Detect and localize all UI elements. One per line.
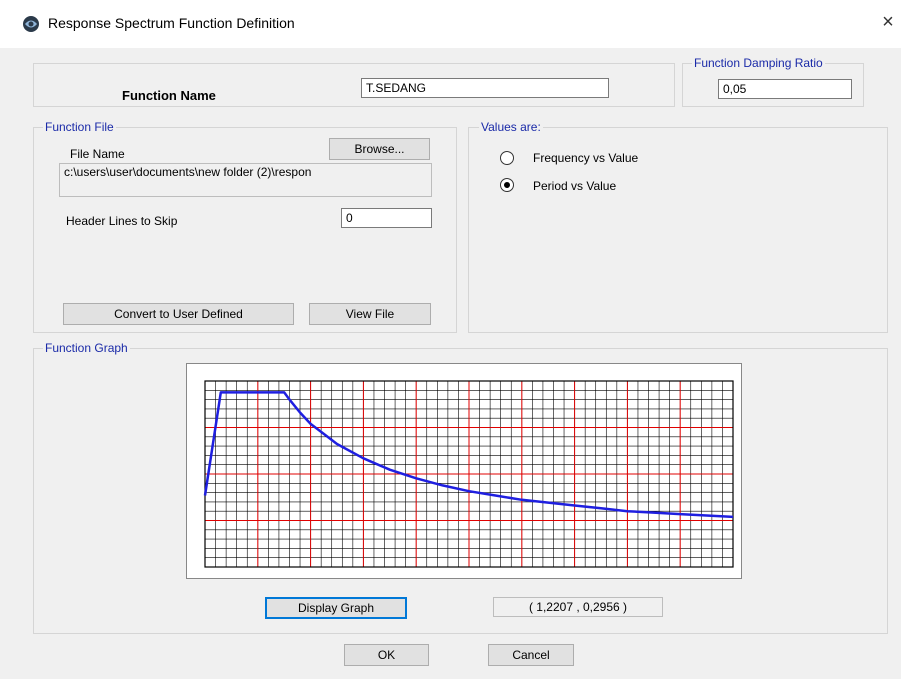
view-file-button[interactable]: View File	[309, 303, 431, 325]
display-graph-button[interactable]: Display Graph	[265, 597, 407, 619]
frequency-vs-value-radio[interactable]	[500, 151, 514, 165]
values-are-group	[468, 127, 888, 333]
period-vs-value-radio[interactable]	[500, 178, 514, 192]
header-lines-input[interactable]: 0	[341, 208, 432, 228]
close-button[interactable]: ×	[876, 10, 900, 34]
values-are-legend: Values are:	[479, 120, 543, 134]
function-graph-legend: Function Graph	[43, 341, 130, 355]
function-name-label: Function Name	[122, 88, 216, 103]
damping-input[interactable]: 0,05	[718, 79, 852, 99]
function-name-input[interactable]: T.SEDANG	[361, 78, 609, 98]
function-graph-frame	[186, 363, 742, 579]
window-title: Response Spectrum Function Definition	[48, 15, 295, 31]
cursor-readout: ( 1,2207 , 0,2956 )	[493, 597, 663, 617]
file-name-label: File Name	[70, 147, 125, 161]
title-bar: Response Spectrum Function Definition ×	[0, 0, 901, 48]
function-file-legend: Function File	[43, 120, 116, 134]
convert-to-user-defined-button[interactable]: Convert to User Defined	[63, 303, 294, 325]
close-icon: ×	[882, 11, 894, 33]
header-lines-label: Header Lines to Skip	[66, 214, 178, 228]
damping-legend: Function Damping Ratio	[692, 56, 825, 70]
frequency-vs-value-label[interactable]: Frequency vs Value	[533, 151, 638, 165]
browse-button[interactable]: Browse...	[329, 138, 430, 160]
period-vs-value-label[interactable]: Period vs Value	[533, 179, 616, 193]
app-icon	[23, 16, 39, 32]
file-path-field: c:\users\user\documents\new folder (2)\r…	[59, 163, 432, 197]
function-graph[interactable]	[187, 364, 741, 578]
cancel-button[interactable]: Cancel	[488, 644, 574, 666]
ok-button[interactable]: OK	[344, 644, 429, 666]
